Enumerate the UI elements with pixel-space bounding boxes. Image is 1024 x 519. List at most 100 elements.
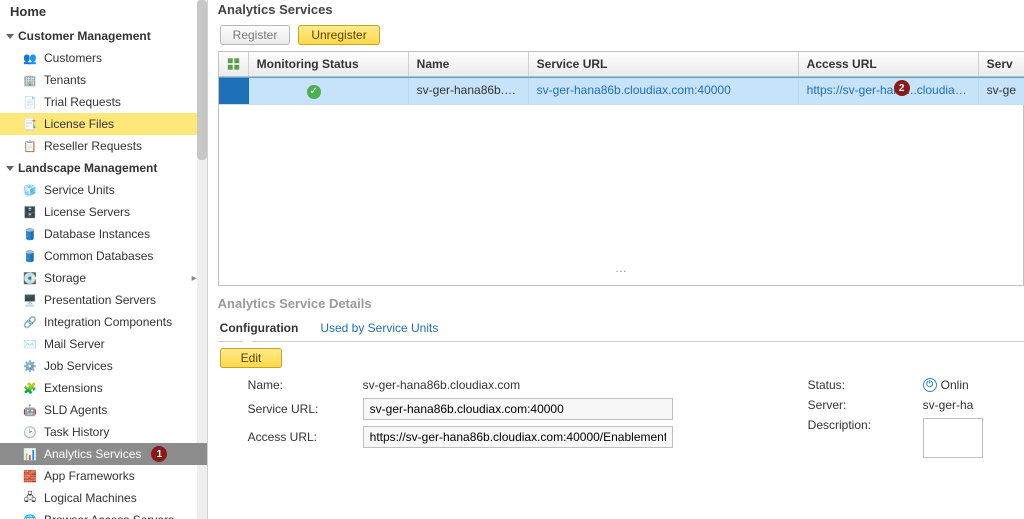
cell-server: sv-ge — [979, 78, 1024, 104]
sidebar-item-label: Browser Access Servers — [44, 513, 174, 519]
reseller-icon: 📋 — [22, 138, 38, 154]
sidebar-item-label: Task History — [44, 425, 109, 439]
sidebar-item-label: Common Databases — [44, 249, 153, 263]
sidebar-item-common-databases[interactable]: 🛢️ Common Databases — [0, 245, 207, 267]
sidebar-item-label: Reseller Requests — [44, 139, 142, 153]
browser-icon: 🌐 — [22, 512, 38, 519]
details-tabs: Configuration Used by Service Units — [218, 317, 1024, 342]
sidebar-item-sld-agents[interactable]: 🤖 SLD Agents — [0, 399, 207, 421]
sidebar-scrollbar[interactable] — [197, 0, 207, 519]
column-selector-icon[interactable] — [219, 52, 249, 76]
details-panel: Analytics Service Details Configuration … — [218, 294, 1024, 464]
table-row[interactable]: ✓ sv-ger-hana86b.cloudi... sv-ger-hana86… — [219, 77, 1024, 105]
callout-badge-1: 1 — [151, 446, 167, 462]
sidebar-item-logical-machines[interactable]: 🖧 Logical Machines — [0, 487, 207, 509]
unregister-button[interactable]: Unregister — [298, 25, 379, 45]
value-server: sv-ger-ha — [923, 398, 1024, 412]
services-table: Monitoring Status Name Service URL Acces… — [218, 51, 1024, 286]
mail-icon: ✉️ — [22, 336, 38, 352]
input-access-url[interactable] — [363, 426, 673, 448]
cube-icon: 🧊 — [22, 182, 38, 198]
analytics-icon: 📊 — [22, 446, 38, 462]
sidebar-item-browser-access-servers[interactable]: 🌐 Browser Access Servers — [0, 509, 207, 519]
sidebar-item-service-units[interactable]: 🧊 Service Units — [0, 179, 207, 201]
details-form: Name:sv-ger-hana86b.cloudiax.com Service… — [218, 378, 1024, 464]
cell-service-url[interactable]: sv-ger-hana86b.cloudiax.com:40000 — [529, 78, 799, 104]
status-ok-icon: ✓ — [307, 85, 321, 99]
sidebar-item-mail-server[interactable]: ✉️Mail Server — [0, 333, 207, 355]
label-access-url: Access URL: — [248, 430, 363, 444]
sidebar-item-analytics-services[interactable]: 📊 Analytics Services 1 — [0, 443, 207, 465]
database-icon: 🛢️ — [22, 248, 38, 264]
details-title: Analytics Service Details — [218, 294, 1024, 317]
sidebar-item-integration-components[interactable]: 🔗Integration Components — [0, 311, 207, 333]
tab-used-by-service-units[interactable]: Used by Service Units — [318, 317, 440, 341]
users-icon: 👥 — [22, 50, 38, 66]
edit-button[interactable]: Edit — [220, 348, 283, 368]
sidebar-item-label: SLD Agents — [44, 403, 107, 417]
label-server: Server: — [808, 398, 923, 412]
component-icon: 🔗 — [22, 314, 38, 330]
puzzle-icon: 🧩 — [22, 380, 38, 396]
cell-access-url-text: https://sv-ger-hana...cloudiax.co... — [807, 83, 979, 97]
sidebar-item-tenants[interactable]: 🏢 Tenants — [0, 69, 207, 91]
table-empty-space — [219, 105, 1024, 255]
sidebar-item-reseller-requests[interactable]: 📋 Reseller Requests — [0, 135, 207, 157]
sidebar-item-label: License Files — [44, 117, 114, 131]
th-access-url[interactable]: Access URL — [799, 52, 979, 76]
th-monitoring-status[interactable]: Monitoring Status — [249, 52, 409, 76]
label-name: Name: — [248, 378, 363, 392]
sidebar-item-app-frameworks[interactable]: 🧱App Frameworks — [0, 465, 207, 487]
th-name[interactable]: Name — [409, 52, 529, 76]
sidebar-item-storage[interactable]: 💽Storage▸ — [0, 267, 207, 289]
caret-down-icon — [6, 34, 14, 39]
sidebar-item-label: License Servers — [44, 205, 130, 219]
sidebar-item-label: Database Instances — [44, 227, 150, 241]
sidebar-item-label: Job Services — [44, 359, 113, 373]
sidebar-item-label: Logical Machines — [44, 491, 137, 505]
history-icon: 🕑 — [22, 424, 38, 440]
agent-icon: 🤖 — [22, 402, 38, 418]
sidebar-item-job-services[interactable]: ⚙️ Job Services — [0, 355, 207, 377]
sidebar-section-landscape[interactable]: Landscape Management — [0, 157, 207, 179]
server-icon: 🖥️ — [22, 292, 38, 308]
value-status: Onlin — [941, 378, 969, 392]
table-more-icon[interactable]: … — [219, 255, 1024, 285]
sidebar-home[interactable]: Home — [0, 0, 207, 25]
sidebar-item-license-files[interactable]: 📑License Files — [0, 113, 207, 135]
storage-icon: 💽 — [22, 270, 38, 286]
cell-access-url[interactable]: https://sv-ger-hana...cloudiax.co...2 — [799, 78, 979, 104]
tenant-icon: 🏢 — [22, 72, 38, 88]
sidebar-item-presentation-servers[interactable]: 🖥️Presentation Servers — [0, 289, 207, 311]
sidebar-item-trial-requests[interactable]: 📄Trial Requests — [0, 91, 207, 113]
sidebar-item-label: Tenants — [44, 73, 86, 87]
status-online-icon: ⏻ — [923, 378, 937, 392]
sidebar-item-extensions[interactable]: 🧩 Extensions — [0, 377, 207, 399]
sidebar-item-customers[interactable]: 👥Customers — [0, 47, 207, 69]
th-service-url[interactable]: Service URL — [529, 52, 799, 76]
toolbar: Register Unregister — [218, 23, 1024, 51]
cell-monitoring-status: ✓ — [249, 78, 409, 104]
main-panel: Analytics Services Register Unregister M… — [208, 0, 1024, 519]
th-server[interactable]: Serv — [979, 52, 1024, 76]
framework-icon: 🧱 — [22, 468, 38, 484]
sidebar-item-label: Analytics Services — [44, 447, 141, 461]
table-header: Monitoring Status Name Service URL Acces… — [219, 52, 1024, 77]
input-service-url[interactable] — [363, 398, 673, 420]
row-selector[interactable] — [219, 78, 249, 104]
sidebar-section-customer[interactable]: Customer Management — [0, 25, 207, 47]
tab-configuration[interactable]: Configuration — [218, 317, 301, 341]
page-title: Analytics Services — [218, 0, 1024, 23]
callout-badge-2: 2 — [894, 80, 910, 96]
sidebar-item-label: Service Units — [44, 183, 115, 197]
sidebar: Home Customer Management 👥Customers 🏢 Ten… — [0, 0, 208, 519]
sidebar-item-task-history[interactable]: 🕑 Task History — [0, 421, 207, 443]
sidebar-section-label: Landscape Management — [18, 161, 157, 175]
sidebar-item-license-servers[interactable]: 🗄️License Servers — [0, 201, 207, 223]
sidebar-item-label: Extensions — [44, 381, 103, 395]
sidebar-item-database-instances[interactable]: 🛢️Database Instances — [0, 223, 207, 245]
register-button[interactable]: Register — [220, 25, 291, 45]
gear-icon: ⚙️ — [22, 358, 38, 374]
input-description[interactable] — [923, 418, 983, 458]
machine-icon: 🖧 — [22, 490, 38, 506]
